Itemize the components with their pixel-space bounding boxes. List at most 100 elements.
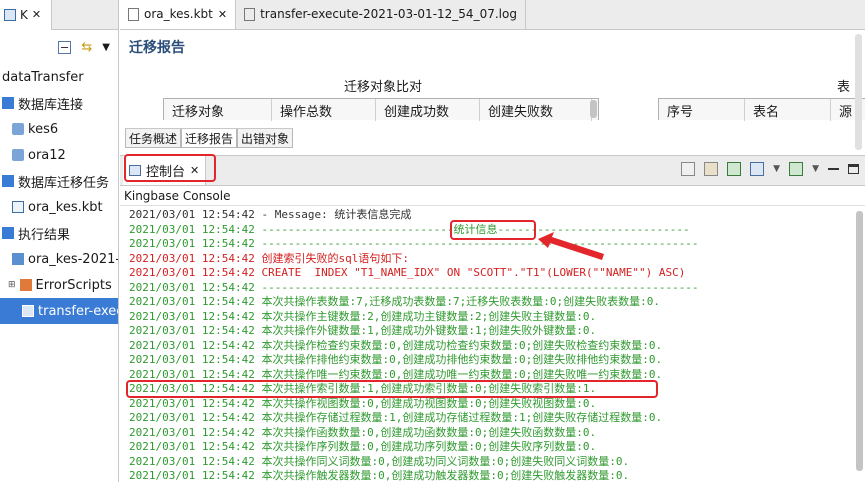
log-text: 本次共操作同义词数量:0,创建成功同义词数量:0;创建失败同义词数量:0.: [254, 454, 630, 468]
column-header[interactable]: 迁移对象: [164, 99, 272, 121]
navigator-tabbar: K ✕: [0, 0, 118, 30]
log-timestamp: 2021/03/01 12:54:42: [129, 222, 255, 236]
subtab-overview[interactable]: 任务概述: [125, 129, 182, 148]
compare-table-header: 迁移对象 操作总数 创建成功数 创建失败数: [163, 98, 599, 121]
page-title: 迁移报告: [129, 40, 185, 56]
tree-item-results[interactable]: 执行结果: [0, 220, 118, 246]
tree-item-kes6[interactable]: kes6: [0, 116, 118, 142]
log-line: 2021/03/01 12:54:42 本次共操作函数数量:0,创建成功函数数量…: [129, 426, 860, 441]
console-panel: 控制台 ✕ ▼ ▼ Kingbase Console 2021/03/01 12…: [120, 155, 865, 482]
navigator-tab-label: K: [20, 7, 28, 22]
log-timestamp: 2021/03/01 12:54:42: [129, 396, 255, 410]
tab-transfer-log[interactable]: transfer-execute-2021-03-01-12_54_07.log: [236, 0, 526, 29]
tree-item-ora-kes-kbt[interactable]: ora_kes.kbt: [0, 194, 118, 220]
log-timestamp: 2021/03/01 12:54:42: [129, 425, 255, 439]
table-scrollbar[interactable]: [590, 100, 597, 118]
column-header[interactable]: 序号: [659, 99, 745, 121]
column-header[interactable]: 表名: [745, 99, 831, 121]
console-toolbar: ▼ ▼: [681, 162, 859, 176]
maximize-icon[interactable]: [848, 164, 859, 174]
tab-label: transfer-execute-2021-03-01-12_54_07.log: [260, 7, 517, 21]
column-header[interactable]: 操作总数: [272, 99, 376, 121]
log-text: 本次共操作函数数量:0,创建成功函数数量:0;创建失败函数数量:0.: [254, 425, 597, 439]
log-line: 2021/03/01 12:54:42 CREATE INDEX "T1_NAM…: [129, 266, 860, 281]
log-line: 2021/03/01 12:54:42 本次共操作检查约束数量:0,创建成功检查…: [129, 339, 860, 354]
collapse-all-icon[interactable]: [58, 40, 72, 54]
navigator-tab[interactable]: K ✕: [0, 0, 52, 30]
open-console-icon[interactable]: [789, 162, 804, 176]
log-timestamp: 2021/03/01 12:54:42: [129, 309, 255, 323]
log-timestamp: 2021/03/01 12:54:42: [129, 338, 255, 352]
log-line: 2021/03/01 12:54:42 本次共操作外键数量:1,创建成功外键数量…: [129, 324, 860, 339]
log-text: 本次共操作排他约束数量:0,创建成功排他约束数量:0;创建失败排他约束数量:0.: [254, 353, 663, 366]
file-icon: [128, 7, 139, 21]
navigator-tree: dataTransfer 数据库连接 kes6 ora12 数据库迁移任务 or…: [0, 64, 118, 324]
tree-item-errorscripts[interactable]: ⊞ ErrorScripts: [0, 272, 118, 298]
tab-label: ora_kes.kbt: [144, 7, 213, 21]
log-text: 本次共操作存储过程数量:1,创建成功存储过程数量:1;创建失败存储过程数量:0.: [254, 411, 663, 424]
log-timestamp: 2021/03/01 12:54:42: [129, 469, 255, 482]
scroll-lock-icon[interactable]: [704, 162, 719, 176]
tree-item-label: 数据库连接: [18, 97, 84, 113]
tree-item-label: transfer-exec: [38, 303, 119, 319]
navigator-icon: [4, 8, 16, 21]
log-text: 本次共操作检查约束数量:0,创建成功检查约束数量:0;创建失败检查约束数量:0.: [254, 338, 663, 352]
tree-item-ora12[interactable]: ora12: [0, 142, 118, 168]
tab-ora-kes-kbt[interactable]: ora_kes.kbt ✕: [120, 0, 237, 29]
file-icon: [22, 305, 34, 317]
folder-icon: [2, 175, 14, 187]
console-scrollbar[interactable]: [856, 211, 864, 476]
scrollbar-thumb[interactable]: [856, 211, 863, 471]
subtab-report[interactable]: 迁移报告: [181, 129, 238, 148]
link-with-editor-icon[interactable]: ⇆: [81, 40, 92, 55]
log-timestamp: 2021/03/01 12:54:42: [129, 411, 255, 424]
log-text: 本次共操作表数量:7,迁移成功表数量:7;迁移失败表数量:0;创建失败表数量:0…: [254, 295, 660, 308]
log-text: ----------------------------------------…: [254, 280, 699, 294]
file-icon: [12, 201, 24, 213]
log-timestamp: 2021/03/01 12:54:42: [129, 367, 255, 381]
folder-icon: [12, 253, 24, 265]
log-text: 本次共操作序列数量:0,创建成功序列数量:0;创建失败序列数量:0.: [254, 440, 597, 453]
close-icon[interactable]: ✕: [32, 8, 41, 21]
tree-root[interactable]: dataTransfer: [0, 64, 118, 90]
chevron-down-icon[interactable]: ▼: [812, 164, 819, 174]
log-timestamp: 2021/03/01 12:54:42: [129, 324, 255, 337]
database-icon: [12, 149, 24, 161]
console-log[interactable]: 2021/03/01 12:54:42 - Message: 统计表信息完成 20…: [120, 208, 860, 482]
log-timestamp: 2021/03/01 12:54:42: [129, 280, 255, 294]
log-timestamp: 2021/03/01 12:54:42: [129, 237, 255, 250]
tree-item-label: 数据库迁移任务: [18, 175, 110, 191]
chevron-down-icon[interactable]: ▼: [773, 164, 780, 174]
log-line: 2021/03/01 12:54:42 本次共操作表数量:7,迁移成功表数量:7…: [129, 295, 860, 310]
subtab-errors[interactable]: 出错对象: [237, 129, 294, 148]
tree-root-label: dataTransfer: [2, 69, 84, 85]
log-line: 2021/03/01 12:54:42 --------------------…: [129, 281, 860, 296]
log-line: 2021/03/01 12:54:42 本次共操作序列数量:0,创建成功序列数量…: [129, 440, 860, 455]
view-menu-icon[interactable]: ▼: [102, 42, 110, 53]
log-line: 2021/03/01 12:54:42 本次共操作视图数量:0,创建成功视图数量…: [129, 397, 860, 412]
close-icon[interactable]: ✕: [218, 8, 227, 21]
pin-console-icon[interactable]: [727, 162, 742, 176]
tree-item-label: ora_kes-2021-0: [28, 251, 119, 267]
editor-scrollbar[interactable]: [855, 34, 862, 150]
tree-item-label: ErrorScripts: [35, 277, 112, 293]
navigator-panel: K ✕ ⇆ ▼ dataTransfer 数据库连接 kes6 ora12 数据…: [0, 0, 119, 482]
log-text: 本次共操作主键数量:2,创建成功主键数量:2;创建失败主键数量:0.: [254, 309, 597, 323]
minimize-icon[interactable]: [828, 168, 839, 170]
editor-tabbar: ora_kes.kbt ✕ transfer-execute-2021-03-0…: [120, 0, 865, 30]
log-timestamp: 2021/03/01 12:54:42: [129, 295, 255, 308]
log-text: 本次共操作触发器数量:0,创建成功触发器数量:0;创建失败触发器数量:0.: [254, 469, 630, 482]
column-header[interactable]: 创建成功数: [376, 99, 480, 121]
display-console-icon[interactable]: [750, 162, 765, 176]
tree-item-result-folder[interactable]: ora_kes-2021-0: [0, 246, 118, 272]
database-icon: [12, 123, 24, 135]
tree-item-transfer-log[interactable]: transfer-exec: [0, 298, 118, 324]
log-text: CREATE INDEX "T1_NAME_IDX" ON "SCOTT"."T…: [254, 266, 686, 279]
tree-item-db-connections[interactable]: 数据库连接: [0, 90, 118, 116]
column-header[interactable]: 创建失败数: [480, 99, 592, 121]
log-timestamp: 2021/03/01 12:54:42: [129, 353, 255, 366]
clear-console-icon[interactable]: [681, 162, 696, 176]
expand-icon[interactable]: ⊞: [8, 280, 16, 290]
console-tab-highlight: [124, 154, 216, 182]
tree-item-migration-tasks[interactable]: 数据库迁移任务: [0, 168, 118, 194]
